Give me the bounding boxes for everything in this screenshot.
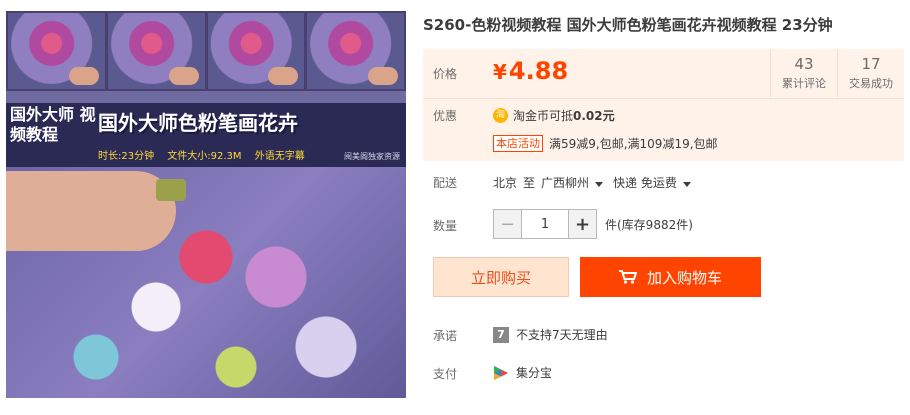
review-count-stat[interactable]: 43 累计评论	[770, 49, 837, 97]
review-count: 43	[794, 55, 814, 73]
promo-text: 满59减9,包邮,满109减19,包邮	[549, 137, 718, 151]
quantity-row: 数量 − + 件(库存9882件)	[423, 208, 904, 240]
taobao-coin-offer: 淘 淘金币可抵 0.02元	[493, 107, 615, 124]
payment-row: 支付 集分宝	[423, 362, 904, 384]
promo-badge: 本店活动	[493, 135, 543, 152]
currency-symbol: ¥	[493, 60, 507, 84]
shipping-label: 配送	[433, 176, 458, 190]
taobao-coin-icon: 淘	[493, 108, 508, 123]
pastel-chalk	[156, 179, 186, 201]
deal-count: 17	[861, 55, 881, 73]
increase-quantity-button[interactable]: +	[569, 210, 596, 238]
coin-offer-value: 0.02元	[573, 109, 615, 123]
sales-stats: 43 累计评论 17 交易成功	[770, 49, 904, 97]
deal-count-stat: 17 交易成功	[837, 49, 904, 97]
deal-count-label: 交易成功	[849, 77, 893, 90]
buy-now-label: 立即购买	[470, 268, 531, 287]
quantity-label: 数量	[433, 219, 458, 233]
banner-title: 国外大师色粉笔画花卉	[98, 111, 298, 135]
quantity-input[interactable]	[521, 210, 569, 238]
image-banner: 国外大师 视频教程 国外大师色粉笔画花卉 时长:23分钟 文件大小:92.3M …	[6, 103, 406, 167]
review-count-label: 累计评论	[782, 77, 826, 90]
banner-duration: 时长:23分钟	[98, 151, 155, 162]
product-title: S260-色粉视频教程 国外大师色粉笔画花卉视频教程 23分钟	[423, 16, 833, 34]
image-thumbnail	[307, 13, 404, 89]
destination-select[interactable]: 广西柳州	[541, 174, 613, 191]
decrease-quantity-button[interactable]: −	[494, 210, 521, 238]
image-thumbnail-strip	[6, 11, 406, 91]
shopping-cart-icon	[618, 270, 638, 284]
panel-divider	[423, 98, 904, 99]
shipping-method-select[interactable]: 快递 免运费	[613, 174, 701, 191]
banner-subtitles: 外语无字幕	[254, 151, 305, 162]
banner-credit: 阅美阁独家资源	[344, 152, 400, 161]
artist-hand	[6, 171, 176, 251]
ship-to-word: 至	[523, 176, 536, 190]
return-policy[interactable]: 7 不支持7天无理由	[493, 326, 608, 343]
payment-method-text: 集分宝	[516, 366, 553, 380]
price-amount: 4.88	[508, 57, 569, 85]
banner-file-size: 文件大小:92.3M	[167, 151, 242, 162]
price-value: ¥4.88	[493, 57, 568, 85]
discount-label: 优惠	[433, 109, 458, 123]
jifenbao-icon	[493, 365, 509, 381]
shipping-method-value: 快递 免运费	[613, 176, 677, 190]
promise-row: 承诺 7 不支持7天无理由	[423, 324, 904, 346]
chevron-down-icon	[682, 182, 691, 187]
shipping-row: 配送 北京 至 广西柳州 快递 免运费	[423, 168, 904, 198]
stock-text: 件(库存9882件)	[605, 218, 693, 232]
shipping-values: 北京 至 广西柳州 快递 免运费	[493, 174, 701, 191]
payment-method[interactable]: 集分宝	[493, 364, 552, 381]
price-label: 价格	[433, 67, 458, 81]
shop-promotion: 本店活动 满59减9,包邮,满109减19,包邮	[493, 135, 718, 152]
add-to-cart-button[interactable]: 加入购物车	[580, 257, 761, 297]
return-policy-text: 不支持7天无理由	[516, 328, 608, 342]
ship-from: 北京	[493, 176, 518, 190]
coin-offer-text: 淘金币可抵	[513, 109, 574, 123]
product-image[interactable]: 国外大师 视频教程 国外大师色粉笔画花卉 时长:23分钟 文件大小:92.3M …	[6, 11, 406, 398]
banner-left-text: 国外大师 视频教程	[10, 105, 96, 144]
seven-day-icon: 7	[493, 326, 509, 343]
chevron-down-icon	[595, 182, 604, 187]
image-thumbnail	[8, 13, 105, 89]
quantity-stepper: − +	[493, 209, 597, 239]
banner-meta: 时长:23分钟 文件大小:92.3M 外语无字幕	[98, 147, 315, 162]
promise-label: 承诺	[433, 329, 458, 343]
image-thumbnail	[207, 13, 305, 89]
image-thumbnail	[107, 13, 205, 89]
price-panel: 价格 ¥4.88 43 累计评论 17 交易成功 优惠 淘 淘金币可抵 0.02元…	[423, 49, 904, 161]
add-to-cart-label: 加入购物车	[646, 268, 722, 287]
destination-value: 广西柳州	[541, 176, 590, 190]
payment-label: 支付	[433, 367, 458, 381]
buy-now-button[interactable]: 立即购买	[433, 257, 569, 297]
